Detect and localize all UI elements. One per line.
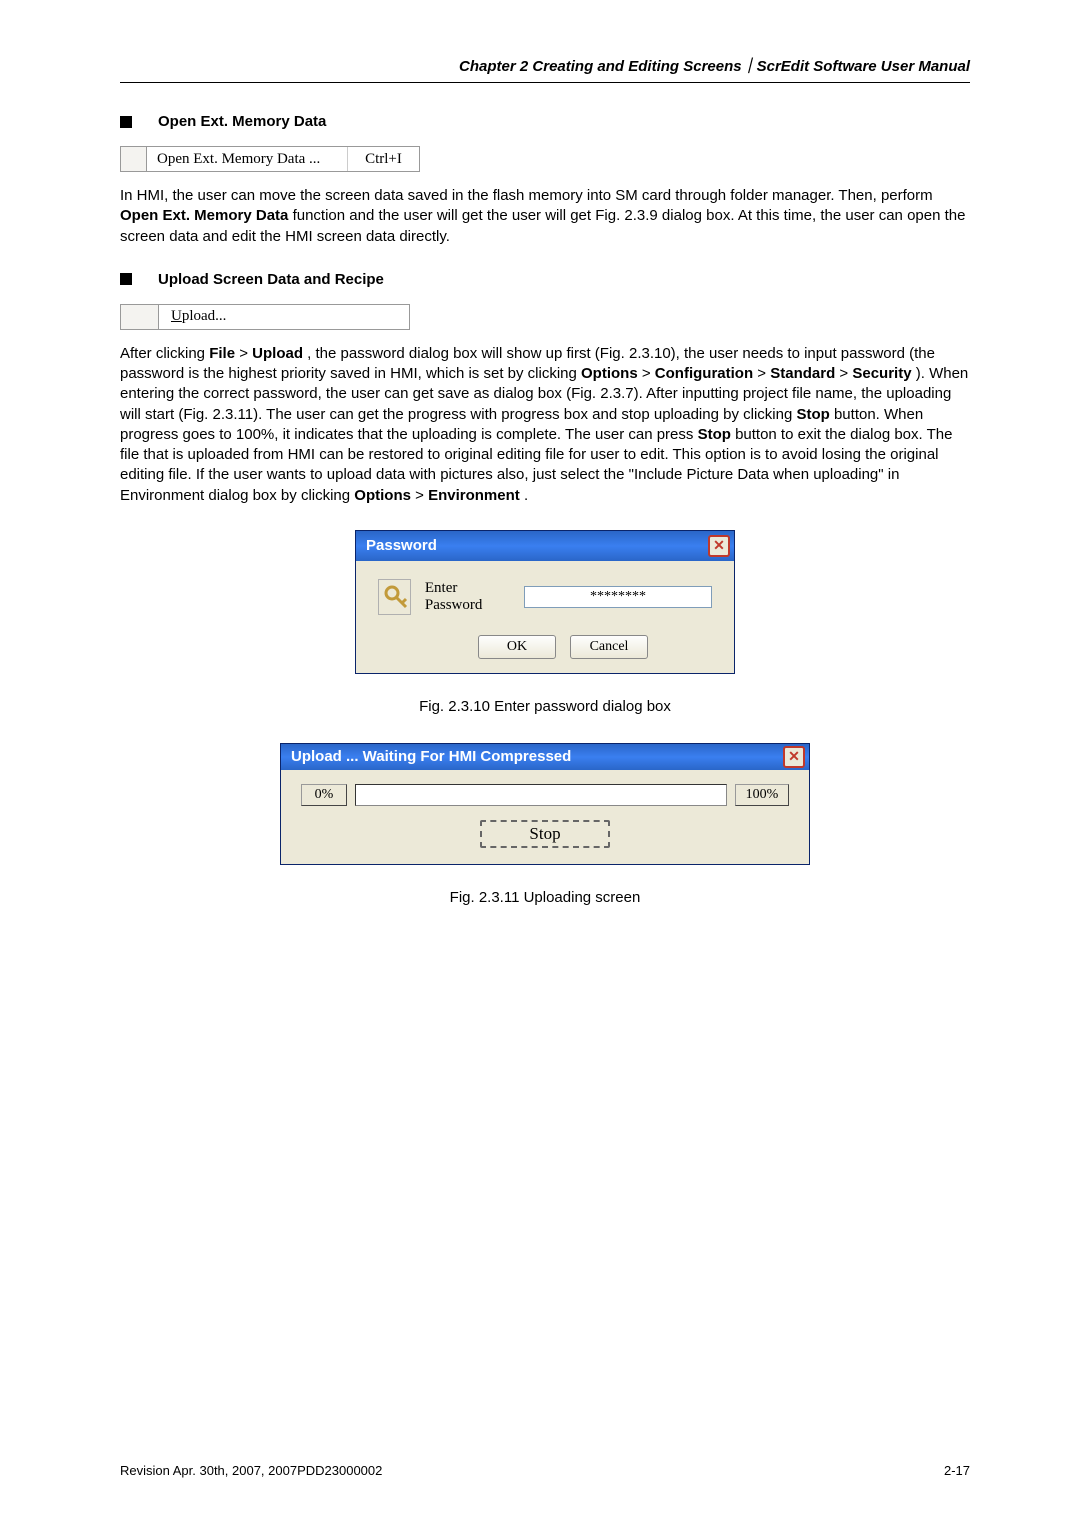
p-bold: Standard <box>770 365 835 382</box>
bullet-icon <box>120 116 132 128</box>
p-bold: Stop <box>698 426 731 443</box>
figure-caption: Fig. 2.3.10 Enter password dialog box <box>120 698 970 715</box>
password-label: Enter Password <box>425 580 510 614</box>
section-title: Open Ext. Memory Data <box>158 113 326 130</box>
menu-icon-placeholder <box>121 147 147 171</box>
close-icon[interactable]: ✕ <box>708 535 730 557</box>
titlebar: Upload ... Waiting For HMI Compressed ✕ <box>281 744 809 770</box>
page-number: 2-17 <box>944 1463 970 1478</box>
paragraph-open-ext-memory: In HMI, the user can move the screen dat… <box>120 186 970 247</box>
menu-label: Upload... <box>159 308 409 325</box>
p-text: . <box>524 487 528 504</box>
bullet-icon <box>120 273 132 285</box>
p-text: > <box>415 487 428 504</box>
menu-upload[interactable]: Upload... <box>120 304 410 330</box>
chapter-header: Chapter 2 Creating and Editing Screens｜S… <box>120 55 970 83</box>
page-footer: Revision Apr. 30th, 2007, 2007PDD2300000… <box>120 1463 970 1478</box>
p-text: > <box>757 365 770 382</box>
titlebar: Password ✕ <box>356 531 734 561</box>
titlebar-title: Upload ... Waiting For HMI Compressed <box>291 748 571 765</box>
password-dialog: Password ✕ Enter Password OK Cancel <box>355 530 735 674</box>
menu-label: Open Ext. Memory Data ... <box>147 151 347 168</box>
progress-row: 0% 100% <box>301 784 789 806</box>
p-text: > <box>839 365 852 382</box>
p-bold: Upload <box>252 345 303 362</box>
p-text: > <box>642 365 655 382</box>
p-bold: Open Ext. Memory Data <box>120 207 288 224</box>
p-bold: Configuration <box>655 365 753 382</box>
p-bold: Options <box>354 487 411 504</box>
section-upload: Upload Screen Data and Recipe <box>120 271 970 288</box>
upload-dialog: Upload ... Waiting For HMI Compressed ✕ … <box>280 743 810 865</box>
progress-left-pct: 0% <box>301 784 347 806</box>
stop-button[interactable]: Stop <box>480 820 610 848</box>
cancel-button[interactable]: Cancel <box>570 635 648 659</box>
p-text: > <box>239 345 252 362</box>
section-title: Upload Screen Data and Recipe <box>158 271 384 288</box>
progress-bar <box>355 784 727 806</box>
menu-icon-placeholder <box>121 305 159 329</box>
p-bold: Environment <box>428 487 520 504</box>
p-bold: Security <box>852 365 911 382</box>
progress-right-pct: 100% <box>735 784 789 806</box>
revision-text: Revision Apr. 30th, 2007, 2007PDD2300000… <box>120 1463 382 1478</box>
titlebar-title: Password <box>366 537 437 554</box>
figure-caption: Fig. 2.3.11 Uploading screen <box>120 889 970 906</box>
password-input[interactable] <box>524 586 712 608</box>
menu-shortcut: Ctrl+I <box>347 147 419 171</box>
p-text: In HMI, the user can move the screen dat… <box>120 187 933 204</box>
menu-open-ext-memory[interactable]: Open Ext. Memory Data ... Ctrl+I <box>120 146 420 172</box>
p-bold: File <box>209 345 235 362</box>
key-icon <box>378 579 411 615</box>
p-bold: Options <box>581 365 638 382</box>
section-open-ext-memory: Open Ext. Memory Data <box>120 113 970 130</box>
paragraph-upload: After clicking File > Upload , the passw… <box>120 344 970 506</box>
close-icon[interactable]: ✕ <box>783 746 805 768</box>
p-text: After clicking <box>120 345 209 362</box>
ok-button[interactable]: OK <box>478 635 556 659</box>
p-bold: Stop <box>796 406 829 423</box>
